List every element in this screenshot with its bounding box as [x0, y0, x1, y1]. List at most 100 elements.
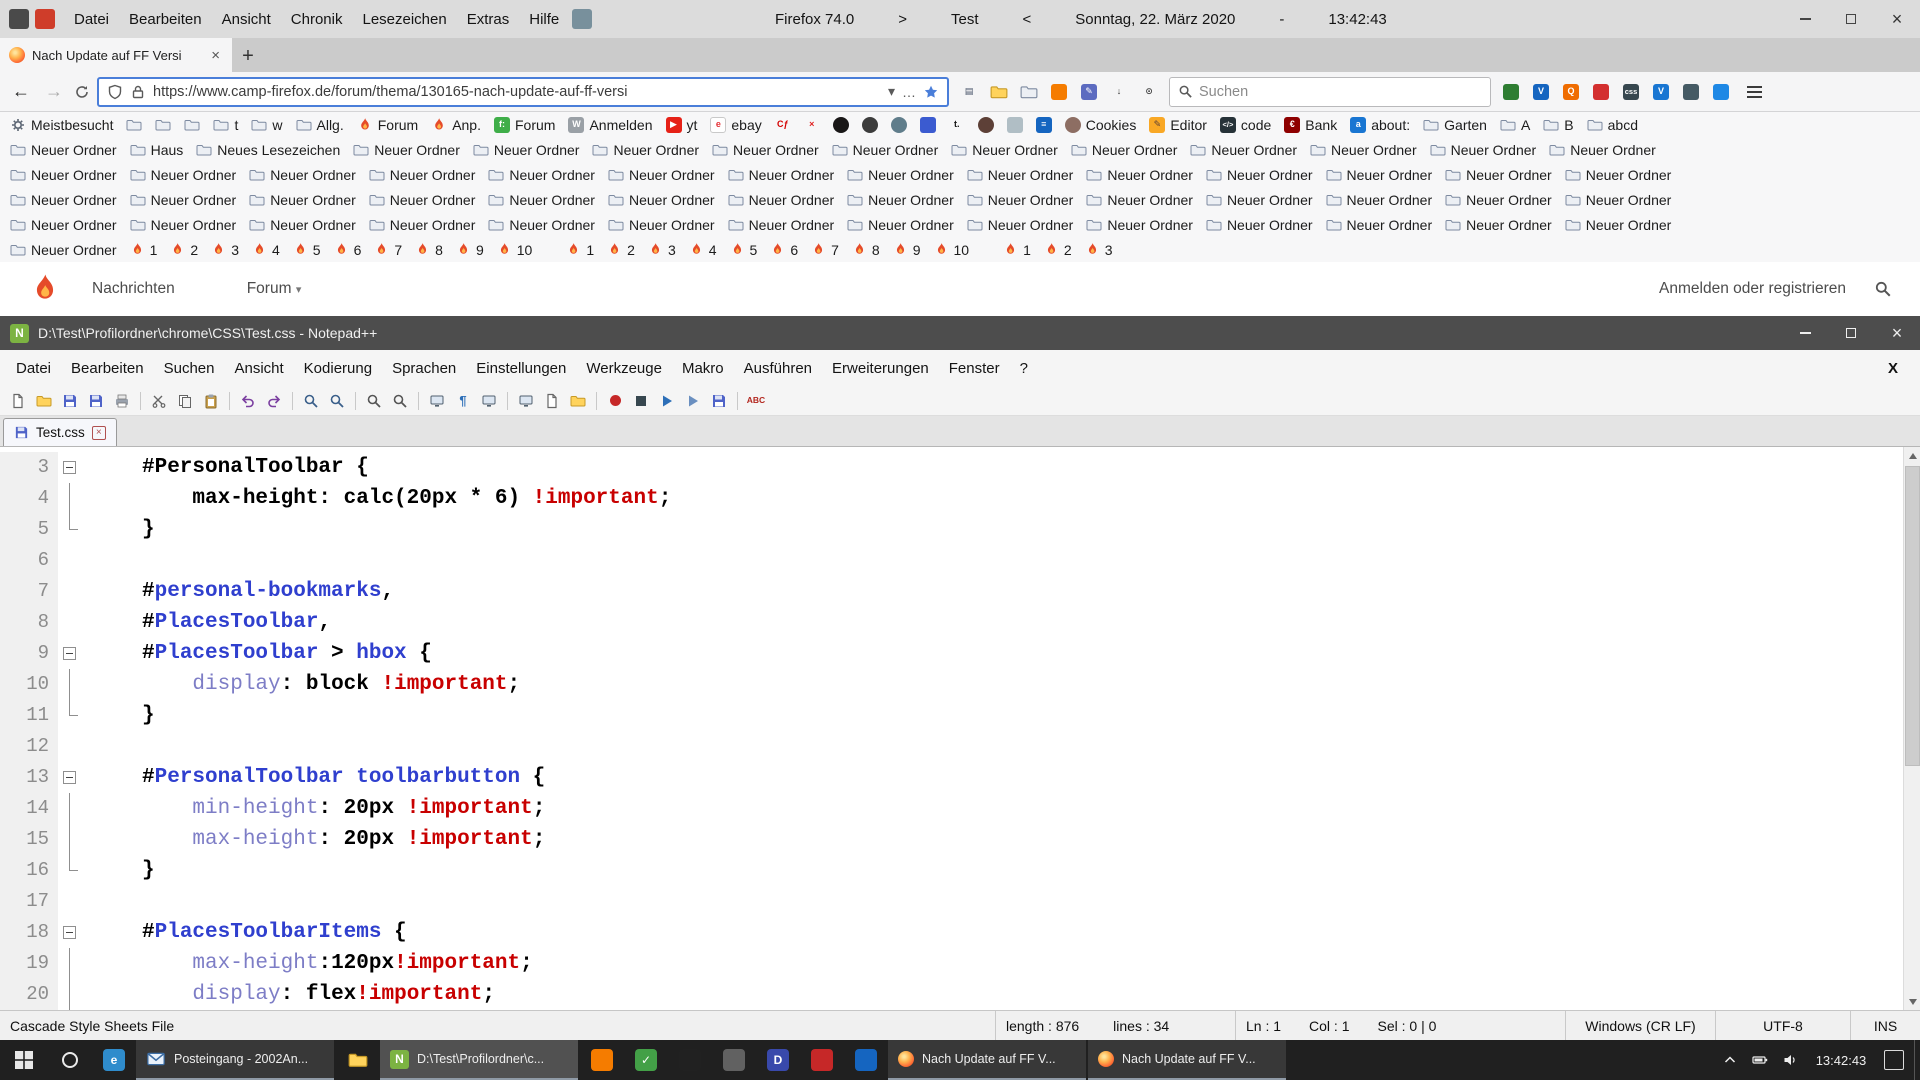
ext-v2-icon[interactable]: V — [1648, 79, 1674, 105]
bookmark-item[interactable] — [974, 116, 998, 134]
code-text[interactable]: display: block !important; — [84, 669, 520, 700]
vertical-scrollbar[interactable] — [1903, 447, 1920, 1010]
code-text[interactable]: max-height: 20px !important; — [84, 824, 545, 855]
taskbar-pinned-black[interactable] — [668, 1040, 712, 1080]
bookmark-item[interactable] — [916, 116, 940, 134]
taskbar-pinned-green-check[interactable]: ✓ — [624, 1040, 668, 1080]
bookmark-item-neuer-ordner[interactable]: Neuer Ordner — [1186, 141, 1301, 159]
bookmark-item-neuer-ordner[interactable]: Neuer Ordner — [349, 141, 464, 159]
replace-icon[interactable] — [325, 389, 349, 413]
bookmark-item-neuer-ordner[interactable]: Neuer Ordner — [1441, 166, 1556, 184]
fire-bookmark-3[interactable]: 3 — [207, 241, 243, 259]
bookmark-item[interactable] — [858, 116, 882, 134]
show-all-characters-icon[interactable]: ¶ — [451, 389, 475, 413]
code-text[interactable]: } — [84, 514, 155, 545]
taskbar-pinned-gray[interactable] — [712, 1040, 756, 1080]
folder-icon[interactable] — [1016, 79, 1042, 105]
maximize-button[interactable] — [1828, 0, 1874, 38]
code-text[interactable] — [84, 731, 142, 762]
nav-nachrichten[interactable]: Nachrichten — [92, 280, 175, 298]
run-macro-multiple-icon[interactable] — [681, 389, 705, 413]
lock-icon[interactable] — [130, 84, 146, 100]
code-text[interactable]: min-height: 20px !important; — [84, 793, 545, 824]
bookmark-item-code[interactable]: </>code — [1216, 116, 1275, 134]
fire-bookmark-4[interactable]: 4 — [248, 241, 284, 259]
search-input[interactable] — [1199, 84, 1482, 100]
bookmark-item-neuer-ordner[interactable]: Neuer Ordner — [484, 191, 599, 209]
bookmark-item-w[interactable]: w — [247, 116, 286, 134]
zoom-out-icon[interactable] — [388, 389, 412, 413]
npp-menu-einstellungen[interactable]: Einstellungen — [466, 356, 576, 381]
link-icon[interactable]: ⊙ — [1136, 79, 1162, 105]
bookmark-item-forum[interactable]: f:Forum — [490, 116, 559, 134]
document-tab-close-icon[interactable]: × — [92, 426, 106, 440]
bookmark-item-neuer-ordner[interactable]: Neuer Ordner — [588, 141, 703, 159]
new-file-icon[interactable] — [6, 389, 30, 413]
bookmark-item-neuer-ordner[interactable]: Neuer Ordner — [484, 166, 599, 184]
print-icon[interactable] — [110, 389, 134, 413]
url-text[interactable]: https://www.camp-firefox.de/forum/thema/… — [153, 84, 881, 100]
url-bar[interactable]: https://www.camp-firefox.de/forum/thema/… — [97, 77, 949, 107]
bookmark-item-neuer-ordner[interactable]: Neuer Ordner — [365, 216, 480, 234]
bookmark-item[interactable] — [829, 116, 853, 134]
npp-menu-ansicht[interactable]: Ansicht — [224, 356, 293, 381]
bookmark-item[interactable] — [122, 116, 146, 134]
bookmark-item-neuer-ordner[interactable]: Neuer Ordner — [1561, 191, 1676, 209]
fire-bookmark-2[interactable]: 2 — [166, 241, 202, 259]
code-text[interactable] — [84, 545, 142, 576]
bookmarks-sidebar-icon[interactable]: ▤ — [956, 79, 982, 105]
grid-addon-icon[interactable] — [35, 9, 55, 29]
folder-yellow-icon[interactable] — [986, 79, 1012, 105]
scrollbar-thumb[interactable] — [1905, 466, 1920, 766]
nav-forum[interactable]: Forum ▾ — [247, 280, 302, 298]
bookmark-item-a[interactable]: A — [1496, 116, 1534, 134]
bookmark-item-neuer-ordner[interactable]: Neuer Ordner — [1322, 166, 1437, 184]
fire-bookmark-3[interactable]: 3 — [644, 241, 680, 259]
bookmark-item-neuer-ordner[interactable]: Neuer Ordner — [963, 166, 1078, 184]
code-text[interactable] — [84, 886, 142, 917]
ext-v-blue-icon[interactable]: V — [1528, 79, 1554, 105]
bookmark-item[interactable] — [180, 116, 204, 134]
bookmark-item-neuer-ordner[interactable]: Neuer Ordner — [604, 216, 719, 234]
browser-tab[interactable]: Nach Update auf FF Versi × — [0, 38, 232, 72]
spell-check-abc-icon[interactable]: ABC — [744, 389, 768, 413]
orange-addon-icon[interactable] — [1046, 79, 1072, 105]
ext-css-icon[interactable]: css — [1618, 79, 1644, 105]
bookmark-item-neuer-ordner[interactable]: Neuer Ordner — [126, 166, 241, 184]
maximize-button[interactable] — [1828, 316, 1874, 350]
bookmark-item-neuer-ordner[interactable]: Neuer Ordner — [724, 191, 839, 209]
bookmark-item-haus[interactable]: Haus — [126, 141, 188, 159]
bookmark-item-neuer-ordner[interactable]: Neuer Ordner — [1322, 216, 1437, 234]
close-document-button[interactable]: X — [1872, 360, 1914, 377]
forward-button[interactable]: → — [41, 81, 67, 102]
npp-menu-ausführen[interactable]: Ausführen — [734, 356, 822, 381]
bookmark-item-neuer-ordner[interactable]: Neuer Ordner — [828, 141, 943, 159]
login-link[interactable]: Anmelden oder registrieren — [1659, 280, 1846, 298]
statusbar-insert-mode[interactable]: INS — [1850, 1011, 1920, 1040]
npp-menu-makro[interactable]: Makro — [672, 356, 734, 381]
scroll-down-arrow[interactable] — [1904, 993, 1920, 1010]
save-recorded-macro-icon[interactable] — [707, 389, 731, 413]
bookmark-item-neuer-ordner[interactable]: Neuer Ordner — [708, 141, 823, 159]
taskbar-pinned-discord[interactable]: D — [756, 1040, 800, 1080]
bookmark-item-neuer-ordner[interactable]: Neuer Ordner — [365, 166, 480, 184]
fold-collapse-icon[interactable] — [63, 461, 76, 474]
function-list-icon[interactable] — [540, 389, 564, 413]
theme-brush-icon[interactable]: ✎ — [1076, 79, 1102, 105]
site-search-icon[interactable] — [1874, 280, 1892, 298]
word-wrap-icon[interactable] — [425, 389, 449, 413]
bookmark-item-neuer-ordner[interactable]: Neuer Ordner — [1426, 141, 1541, 159]
bookmark-item-neuer-ordner[interactable]: Neuer Ordner — [1082, 166, 1197, 184]
bookmark-item-neuer-ordner[interactable]: Neuer Ordner — [469, 141, 584, 159]
fire-bookmark-1[interactable]: 1 — [126, 241, 162, 259]
taskbar-pinned-red[interactable] — [800, 1040, 844, 1080]
fire-bookmark-1[interactable]: 1 — [562, 241, 598, 259]
page-actions-icon[interactable]: … — [902, 84, 916, 100]
bookmark-item-about[interactable]: aabout: — [1346, 116, 1414, 134]
fire-bookmark-8[interactable]: 8 — [411, 241, 447, 259]
cut-icon[interactable] — [147, 389, 171, 413]
npp-menu-suchen[interactable]: Suchen — [154, 356, 225, 381]
play-macro-icon[interactable] — [655, 389, 679, 413]
download-icon[interactable]: ↓ — [1106, 79, 1132, 105]
show-desktop-button[interactable] — [1914, 1040, 1920, 1080]
